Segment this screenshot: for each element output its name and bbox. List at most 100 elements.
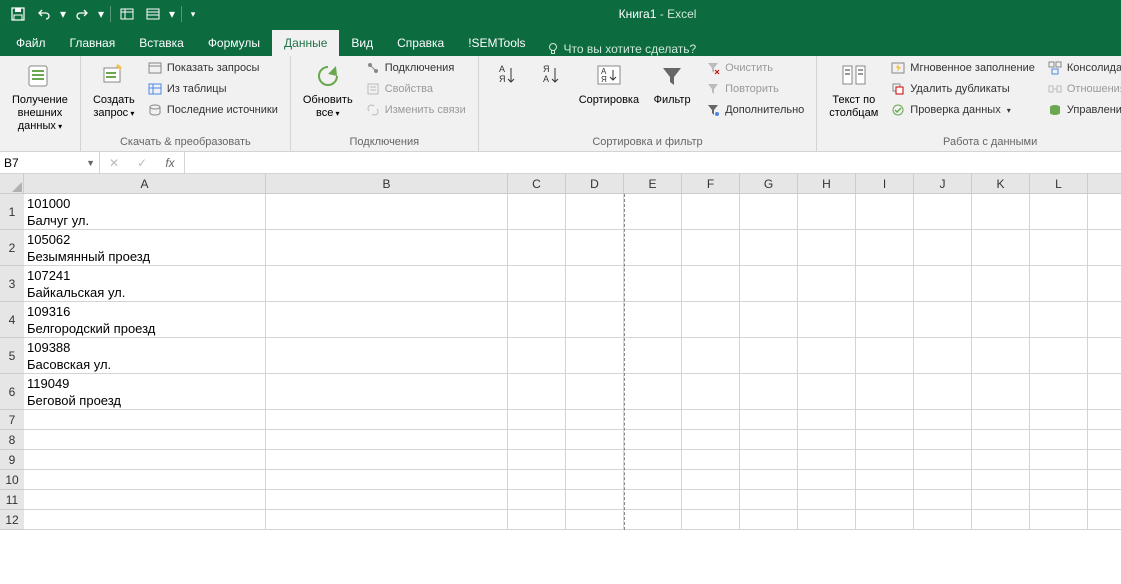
row-header[interactable]: 10 xyxy=(0,470,24,490)
cell[interactable] xyxy=(914,194,972,229)
formula-bar[interactable] xyxy=(185,152,1121,173)
cell[interactable] xyxy=(508,410,566,429)
cell[interactable] xyxy=(266,266,508,301)
cell[interactable] xyxy=(914,410,972,429)
cell[interactable] xyxy=(798,470,856,489)
cell[interactable] xyxy=(566,338,624,373)
sort-asc-button[interactable]: АЯ xyxy=(487,58,527,94)
cell[interactable] xyxy=(624,266,682,301)
cell[interactable] xyxy=(266,510,508,529)
cell[interactable] xyxy=(682,194,740,229)
cell[interactable] xyxy=(24,510,266,529)
cell[interactable] xyxy=(856,338,914,373)
cell[interactable] xyxy=(266,450,508,469)
cell[interactable] xyxy=(566,470,624,489)
cell[interactable] xyxy=(682,470,740,489)
cell[interactable] xyxy=(508,490,566,509)
cell[interactable] xyxy=(798,302,856,337)
cell[interactable] xyxy=(566,450,624,469)
cell[interactable] xyxy=(740,410,798,429)
get-external-data-button[interactable]: Получение внешних данных xyxy=(8,58,72,135)
qat-dropdown[interactable]: ▾ xyxy=(167,3,177,25)
cell[interactable] xyxy=(508,430,566,449)
cell[interactable] xyxy=(914,374,972,409)
row-header[interactable]: 7 xyxy=(0,410,24,430)
cell[interactable] xyxy=(740,450,798,469)
undo-dropdown[interactable]: ▾ xyxy=(58,3,68,25)
cell[interactable] xyxy=(856,230,914,265)
qat-custom-2[interactable] xyxy=(141,3,165,25)
fx-icon[interactable]: fx xyxy=(156,156,184,170)
cell[interactable] xyxy=(972,194,1030,229)
cell[interactable] xyxy=(798,374,856,409)
cell[interactable] xyxy=(1030,410,1088,429)
cell[interactable] xyxy=(1030,266,1088,301)
column-header-I[interactable]: I xyxy=(856,174,914,193)
refresh-all-button[interactable]: Обновить все xyxy=(299,58,357,122)
row-header[interactable]: 11 xyxy=(0,490,24,510)
cell[interactable] xyxy=(508,450,566,469)
undo-button[interactable] xyxy=(32,3,56,25)
consolidate-button[interactable]: Консолидация xyxy=(1043,58,1121,78)
cell[interactable] xyxy=(914,266,972,301)
cell[interactable] xyxy=(856,266,914,301)
cell[interactable] xyxy=(972,410,1030,429)
cell[interactable] xyxy=(972,430,1030,449)
filter-button[interactable]: Фильтр xyxy=(647,58,697,109)
cell[interactable] xyxy=(566,510,624,529)
cell[interactable] xyxy=(266,410,508,429)
advanced-filter-button[interactable]: Дополнительно xyxy=(701,100,808,120)
tab-semtools[interactable]: !SEMTools xyxy=(456,30,537,56)
data-validation-button[interactable]: Проверка данных▾ xyxy=(886,100,1039,120)
name-box-input[interactable] xyxy=(4,156,64,170)
cell[interactable] xyxy=(566,266,624,301)
cell[interactable] xyxy=(566,230,624,265)
cell[interactable] xyxy=(798,450,856,469)
cell[interactable] xyxy=(566,410,624,429)
cell[interactable] xyxy=(972,374,1030,409)
redo-button[interactable] xyxy=(70,3,94,25)
connections-button[interactable]: Подключения xyxy=(361,58,470,78)
cell[interactable] xyxy=(624,338,682,373)
show-queries-button[interactable]: Показать запросы xyxy=(143,58,282,78)
cell[interactable] xyxy=(856,510,914,529)
cell[interactable]: 101000 Балчуг ул. xyxy=(24,194,266,229)
cell[interactable] xyxy=(856,374,914,409)
cell[interactable]: 105062 Безымянный проезд xyxy=(24,230,266,265)
cancel-icon[interactable]: ✕ xyxy=(100,156,128,170)
cell[interactable] xyxy=(566,374,624,409)
cell[interactable] xyxy=(856,430,914,449)
cell[interactable] xyxy=(508,266,566,301)
cell[interactable] xyxy=(508,230,566,265)
cell[interactable] xyxy=(914,510,972,529)
cell[interactable]: 109388 Басовская ул. xyxy=(24,338,266,373)
cell[interactable] xyxy=(508,194,566,229)
cell[interactable] xyxy=(798,490,856,509)
cell[interactable] xyxy=(740,510,798,529)
cell[interactable] xyxy=(682,266,740,301)
tab-home[interactable]: Главная xyxy=(58,30,128,56)
new-query-button[interactable]: Создать запрос xyxy=(89,58,139,122)
cell[interactable] xyxy=(266,338,508,373)
cell[interactable] xyxy=(972,230,1030,265)
cell[interactable] xyxy=(624,450,682,469)
cell[interactable] xyxy=(856,470,914,489)
cell[interactable] xyxy=(1030,510,1088,529)
row-header[interactable]: 5 xyxy=(0,338,24,374)
column-header-E[interactable]: E xyxy=(624,174,682,193)
row-header[interactable]: 2 xyxy=(0,230,24,266)
tab-insert[interactable]: Вставка xyxy=(127,30,196,56)
cell[interactable] xyxy=(856,194,914,229)
row-header[interactable]: 8 xyxy=(0,430,24,450)
column-header-J[interactable]: J xyxy=(914,174,972,193)
from-table-button[interactable]: Из таблицы xyxy=(143,79,282,99)
sort-button[interactable]: АЯ Сортировка xyxy=(575,58,643,109)
cell[interactable] xyxy=(624,410,682,429)
cell[interactable] xyxy=(682,338,740,373)
cell[interactable] xyxy=(682,430,740,449)
recent-sources-button[interactable]: Последние источники xyxy=(143,100,282,120)
cell[interactable] xyxy=(24,470,266,489)
cell[interactable] xyxy=(914,450,972,469)
cell[interactable] xyxy=(624,302,682,337)
cell[interactable] xyxy=(624,430,682,449)
